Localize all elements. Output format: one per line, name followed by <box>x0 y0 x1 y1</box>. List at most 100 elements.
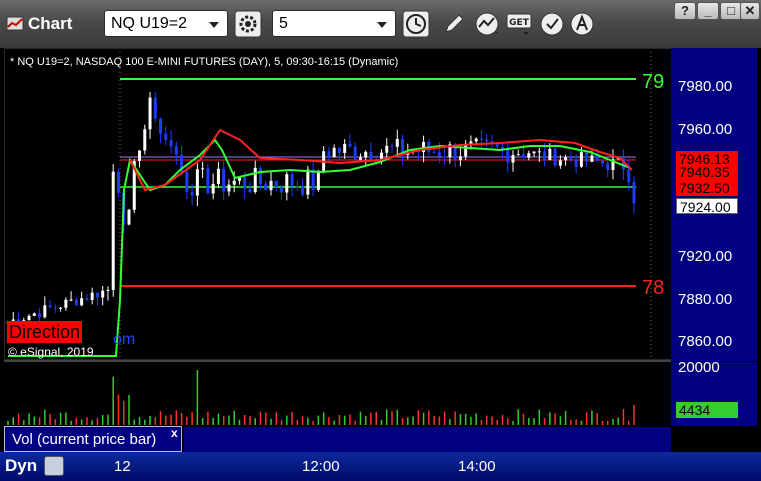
candle-body <box>243 177 247 189</box>
chart-description: * NQ U19=2, NASDAQ 100 E-MINI FUTURES (D… <box>10 56 399 68</box>
candle-body <box>364 151 368 158</box>
volume-legend[interactable]: Vol (current price bar) <box>4 426 182 452</box>
candle-body <box>85 298 89 300</box>
candle-body <box>327 151 331 158</box>
candle-body <box>38 313 42 318</box>
candle-body <box>106 289 110 291</box>
candle-body <box>285 174 289 193</box>
candle-body <box>159 118 163 134</box>
candle-body <box>90 292 94 300</box>
dyn-label: Dyn <box>5 456 38 475</box>
candle-body <box>48 305 52 308</box>
candle-body <box>80 298 84 306</box>
candle-body <box>201 168 205 170</box>
x-tick: 12:00 <box>302 458 340 475</box>
direction-label: Direction <box>7 321 83 343</box>
candle-body <box>253 167 257 193</box>
candle-body <box>32 313 36 316</box>
x-tick: 14:00 <box>458 458 496 475</box>
candle-body <box>343 143 347 153</box>
candle-body <box>569 157 573 161</box>
candle-body <box>553 148 557 166</box>
candle-body <box>232 180 236 185</box>
candle-body <box>479 138 483 140</box>
candle-body <box>458 156 462 160</box>
candle-body <box>385 145 389 153</box>
dynamic-toggle-icon[interactable] <box>44 456 64 476</box>
candle-body <box>606 163 610 170</box>
candle-body <box>53 307 57 309</box>
candle-body <box>590 155 594 162</box>
y-tick: 7920.00 <box>678 248 733 265</box>
candle-body <box>548 148 552 160</box>
candle-body <box>600 160 604 164</box>
volume-legend-close-icon[interactable]: x <box>171 426 178 440</box>
y-tick: 7980.00 <box>678 78 733 95</box>
candle-body <box>216 168 220 184</box>
candle-body <box>27 315 31 321</box>
candle-body <box>164 133 168 140</box>
candle-body <box>264 183 268 191</box>
candle-body <box>306 169 310 195</box>
candle-body <box>495 144 499 147</box>
candle-body <box>511 154 515 163</box>
candle-body <box>543 151 547 160</box>
candle-body <box>316 170 320 190</box>
candle-body <box>332 147 336 158</box>
candle-body <box>437 152 441 157</box>
copyright-text: © eSignal, 2019 <box>8 345 94 359</box>
candle-body <box>311 169 315 190</box>
candle-body <box>390 145 394 147</box>
x-tick: 12 <box>114 458 131 475</box>
candle-body <box>74 299 78 306</box>
candle-body <box>95 292 99 298</box>
candle-body <box>443 156 447 158</box>
candle-body <box>301 186 305 195</box>
candle-body <box>558 160 562 166</box>
candle-body <box>111 171 115 290</box>
candle-body <box>116 171 120 193</box>
volume-current-box: 4434 <box>676 402 738 418</box>
candles <box>6 91 636 333</box>
volume-bars <box>7 370 635 425</box>
resistance-label: 79 <box>642 71 664 93</box>
candle-body <box>369 151 373 161</box>
price-chart-plot: 79 78 <box>4 52 671 425</box>
y-tick: 7960.00 <box>678 121 733 138</box>
candle-body <box>274 180 278 188</box>
candle-body <box>190 191 194 196</box>
candle-body <box>337 147 341 153</box>
candle-body <box>153 97 157 119</box>
candle-body <box>474 138 478 142</box>
candle-body <box>585 152 589 162</box>
chart-grid <box>4 52 671 362</box>
candle-body <box>227 184 231 192</box>
candle-body <box>69 299 73 301</box>
candle-body <box>280 187 284 193</box>
price-box-ma2: 7940.35 <box>676 164 738 180</box>
candle-body <box>269 180 273 191</box>
candle-body <box>469 141 473 144</box>
candle-body <box>579 152 583 167</box>
candle-body <box>206 168 210 194</box>
candle-body <box>532 151 536 154</box>
volume-axis-tick: 20000 <box>678 359 720 376</box>
level-labels: 79 78 <box>642 71 664 299</box>
candle-body <box>564 157 568 161</box>
candle-body <box>169 139 173 147</box>
y-tick: 7880.00 <box>678 291 733 308</box>
candle-body <box>516 154 520 156</box>
ma-green-line <box>8 138 631 357</box>
candle-body <box>59 307 63 309</box>
candle-body <box>574 160 578 167</box>
candle-body <box>290 174 294 187</box>
candle-body <box>432 151 436 153</box>
moving-averages <box>8 128 633 357</box>
candle-body <box>353 146 357 160</box>
candle-body <box>174 146 178 155</box>
candle-body <box>259 167 263 184</box>
candle-body <box>506 149 510 163</box>
candle-body <box>485 139 489 142</box>
candle-body <box>295 186 299 188</box>
y-tick: 7860.00 <box>678 333 733 350</box>
